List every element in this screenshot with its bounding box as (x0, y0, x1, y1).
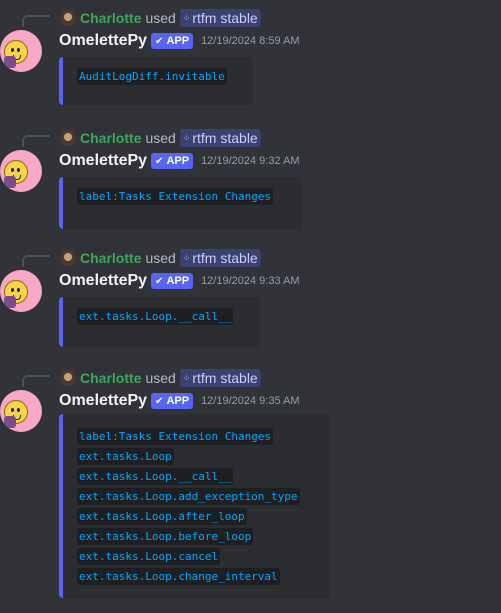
command-mention[interactable]: ⁘ rtfm stable (179, 369, 261, 387)
app-badge-label: APP (166, 155, 190, 167)
app-badge: ✔ APP (151, 273, 194, 289)
reply-reference[interactable]: Charlotte used ⁘ rtfm stable (60, 248, 261, 268)
command-mention[interactable]: ⁘ rtfm stable (179, 129, 261, 147)
embed: label:Tasks Extension Changes ext.tasks.… (59, 414, 330, 598)
slash-command-icon: ⁘ (182, 132, 190, 143)
avatar-hand (4, 176, 16, 188)
message-header: OmelettePy ✔ APP 12/19/2024 9:33 AM (59, 270, 300, 292)
replier-name[interactable]: Charlotte (80, 370, 141, 386)
timestamp[interactable]: 12/19/2024 9:33 AM (201, 275, 299, 287)
command-name: rtfm stable (192, 130, 258, 146)
reply-connector (22, 375, 50, 387)
doc-link[interactable]: ext.tasks.Loop.__call__ (77, 468, 234, 485)
embed: AuditLogDiff.invitable (59, 57, 253, 105)
replier-avatar[interactable] (60, 250, 76, 266)
author-name[interactable]: OmelettePy (59, 392, 147, 410)
reply-used-text: used (145, 370, 176, 386)
doc-link[interactable]: ext.tasks.Loop.add_exception_type (77, 488, 300, 505)
reply-reference[interactable]: Charlotte used ⁘ rtfm stable (60, 368, 261, 388)
reply-used-text: used (145, 250, 176, 266)
embed: ext.tasks.Loop.__call__ (59, 297, 260, 347)
command-name: rtfm stable (192, 370, 258, 386)
app-badge: ✔ APP (151, 33, 194, 49)
check-icon: ✔ (155, 155, 164, 167)
slash-command-icon: ⁘ (182, 252, 190, 263)
replier-avatar[interactable] (60, 370, 76, 386)
reply-used-text: used (145, 130, 176, 146)
app-badge-label: APP (166, 395, 190, 407)
check-icon: ✔ (155, 395, 164, 407)
doc-link[interactable]: ext.tasks.Loop.after_loop (77, 508, 247, 525)
command-mention[interactable]: ⁘ rtfm stable (179, 249, 261, 267)
reply-connector (22, 135, 50, 147)
avatar-eye (11, 288, 14, 292)
embed: label:Tasks Extension Changes (59, 177, 302, 229)
doc-link[interactable]: ext.tasks.Loop.cancel (77, 548, 221, 565)
author-name[interactable]: OmelettePy (59, 152, 147, 170)
author-avatar[interactable] (0, 150, 42, 192)
message-header: OmelettePy ✔ APP 12/19/2024 9:35 AM (59, 390, 300, 412)
avatar-eye (17, 168, 20, 172)
replier-name[interactable]: Charlotte (80, 250, 141, 266)
replier-name[interactable]: Charlotte (80, 130, 141, 146)
reply-used-text: used (145, 10, 176, 26)
message-header: OmelettePy ✔ APP 12/19/2024 9:32 AM (59, 150, 300, 172)
app-badge: ✔ APP (151, 153, 194, 169)
author-avatar[interactable] (0, 270, 42, 312)
check-icon: ✔ (155, 275, 164, 287)
slash-command-icon: ⁘ (182, 12, 190, 23)
reply-connector (22, 15, 50, 27)
command-name: rtfm stable (192, 10, 258, 26)
avatar-hand (4, 56, 16, 68)
reply-reference[interactable]: Charlotte used ⁘ rtfm stable (60, 128, 261, 148)
avatar-eye (11, 48, 14, 52)
slash-command-icon: ⁘ (182, 372, 190, 383)
app-badge-label: APP (166, 275, 190, 287)
message-header: OmelettePy ✔ APP 12/19/2024 8:59 AM (59, 30, 300, 52)
replier-avatar[interactable] (60, 10, 76, 26)
avatar-eye (17, 408, 20, 412)
avatar-hand (4, 296, 16, 308)
doc-link[interactable]: label:Tasks Extension Changes (77, 188, 274, 205)
author-name[interactable]: OmelettePy (59, 32, 147, 50)
avatar-hand (4, 416, 16, 428)
doc-link[interactable]: ext.tasks.Loop.change_interval (77, 568, 280, 585)
avatar-eye (17, 48, 20, 52)
app-badge: ✔ APP (151, 393, 194, 409)
reply-reference[interactable]: Charlotte used ⁘ rtfm stable (60, 8, 261, 28)
avatar-eye (11, 168, 14, 172)
avatar-eye (11, 408, 14, 412)
avatar-eye (17, 288, 20, 292)
command-mention[interactable]: ⁘ rtfm stable (179, 9, 261, 27)
command-name: rtfm stable (192, 250, 258, 266)
reply-connector (22, 255, 50, 267)
doc-link[interactable]: ext.tasks.Loop.before_loop (77, 528, 254, 545)
author-name[interactable]: OmelettePy (59, 272, 147, 290)
app-badge-label: APP (166, 35, 190, 47)
doc-link[interactable]: AuditLogDiff.invitable (77, 68, 227, 85)
timestamp[interactable]: 12/19/2024 9:32 AM (201, 155, 299, 167)
replier-name[interactable]: Charlotte (80, 10, 141, 26)
replier-avatar[interactable] (60, 130, 76, 146)
author-avatar[interactable] (0, 390, 42, 432)
doc-link[interactable]: label:Tasks Extension Changes (77, 428, 274, 445)
doc-link[interactable]: ext.tasks.Loop (77, 448, 174, 465)
doc-link[interactable]: ext.tasks.Loop.__call__ (77, 308, 234, 325)
timestamp[interactable]: 12/19/2024 9:35 AM (201, 395, 299, 407)
author-avatar[interactable] (0, 30, 42, 72)
check-icon: ✔ (155, 35, 164, 47)
timestamp[interactable]: 12/19/2024 8:59 AM (201, 35, 299, 47)
